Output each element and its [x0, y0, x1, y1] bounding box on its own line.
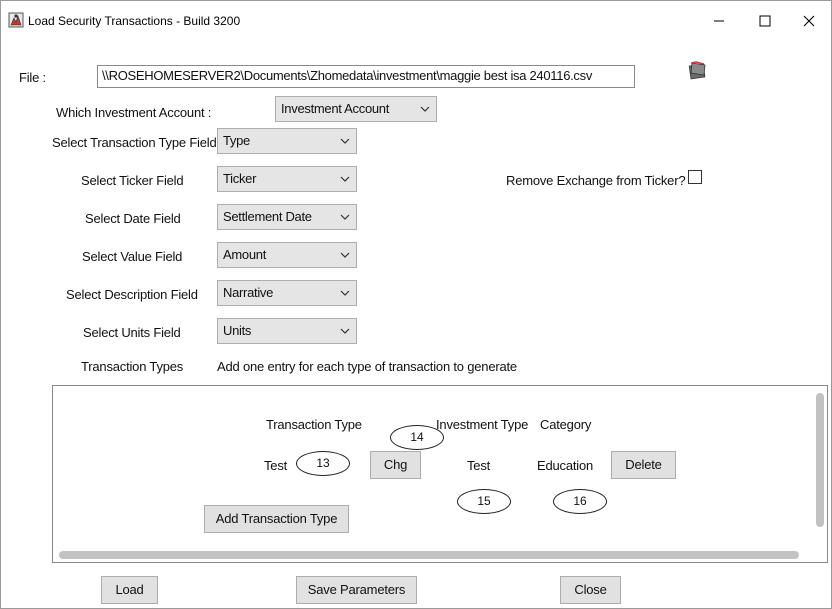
minimize-button[interactable] — [699, 7, 739, 35]
add-transaction-type-button[interactable]: Add Transaction Type — [204, 505, 349, 533]
close-window-button[interactable] — [789, 7, 829, 35]
ticker-field-value: Ticker — [223, 171, 257, 186]
annotation-16: 16 — [553, 489, 607, 514]
minimize-icon — [714, 20, 724, 22]
vertical-scrollbar[interactable] — [816, 393, 824, 527]
delete-button[interactable]: Delete — [611, 451, 676, 479]
date-field-label: Select Date Field — [85, 211, 181, 226]
save-parameters-button[interactable]: Save Parameters — [296, 576, 417, 604]
form-content: File : \\ROSEHOMESERVER2\Documents\Zhome… — [1, 39, 831, 608]
folder-icon[interactable] — [687, 59, 709, 81]
load-button[interactable]: Load — [101, 576, 158, 604]
transaction-type-field-dropdown[interactable]: Type — [217, 128, 357, 154]
header-category: Category — [540, 417, 592, 432]
row-transaction-type: Test — [264, 458, 288, 473]
horizontal-scrollbar[interactable] — [59, 551, 799, 559]
investment-account-dropdown[interactable]: Investment Account — [275, 96, 437, 122]
chevron-down-icon — [340, 138, 350, 144]
transaction-type-field-value: Type — [223, 133, 250, 148]
transaction-types-label: Transaction Types — [81, 359, 184, 374]
header-investment-type: Investment Type — [436, 417, 529, 432]
value-field-value: Amount — [223, 247, 267, 262]
investment-account-value: Investment Account — [281, 101, 390, 116]
file-label: File : — [19, 70, 46, 85]
remove-exchange-label: Remove Exchange from Ticker? — [506, 173, 686, 188]
load-security-transactions-window: Load Security Transactions - Build 3200 … — [0, 0, 832, 609]
file-path-field[interactable]: \\ROSEHOMESERVER2\Documents\Zhomedata\in… — [97, 65, 635, 88]
app-icon — [8, 12, 24, 28]
transaction-type-field-label: Select Transaction Type Field — [52, 135, 217, 150]
chevron-down-icon — [340, 214, 350, 220]
description-field-label: Select Description Field — [66, 287, 198, 302]
close-button[interactable]: Close — [560, 576, 621, 604]
maximize-icon — [759, 15, 771, 27]
units-field-value: Units — [223, 323, 252, 338]
value-field-dropdown[interactable]: Amount — [217, 242, 357, 268]
ticker-field-dropdown[interactable]: Ticker — [217, 166, 357, 192]
change-button[interactable]: Chg — [370, 451, 421, 479]
close-icon — [803, 15, 815, 27]
transaction-types-hint: Add one entry for each type of transacti… — [217, 359, 517, 374]
date-field-dropdown[interactable]: Settlement Date — [217, 204, 357, 230]
title-bar: Load Security Transactions - Build 3200 — [1, 1, 831, 39]
row-investment-type: Test — [467, 458, 491, 473]
chevron-down-icon — [420, 106, 430, 112]
header-transaction-type: Transaction Type — [266, 417, 362, 432]
description-field-dropdown[interactable]: Narrative — [217, 280, 357, 306]
window-title: Load Security Transactions - Build 3200 — [28, 14, 241, 28]
date-field-value: Settlement Date — [223, 209, 312, 224]
annotation-15: 15 — [457, 489, 511, 514]
units-field-label: Select Units Field — [83, 325, 181, 340]
annotation-14: 14 — [390, 425, 444, 450]
remove-exchange-checkbox[interactable] — [688, 170, 702, 184]
transaction-types-panel — [52, 385, 828, 563]
investment-account-label: Which Investment Account : — [56, 105, 212, 120]
chevron-down-icon — [340, 290, 350, 296]
units-field-dropdown[interactable]: Units — [217, 318, 357, 344]
description-field-value: Narrative — [223, 285, 274, 300]
ticker-field-label: Select Ticker Field — [81, 173, 184, 188]
chevron-down-icon — [340, 328, 350, 334]
maximize-button[interactable] — [745, 7, 785, 35]
row-category: Education — [537, 458, 594, 473]
annotation-13: 13 — [296, 451, 350, 476]
chevron-down-icon — [340, 176, 350, 182]
chevron-down-icon — [340, 252, 350, 258]
value-field-label: Select Value Field — [82, 249, 183, 264]
